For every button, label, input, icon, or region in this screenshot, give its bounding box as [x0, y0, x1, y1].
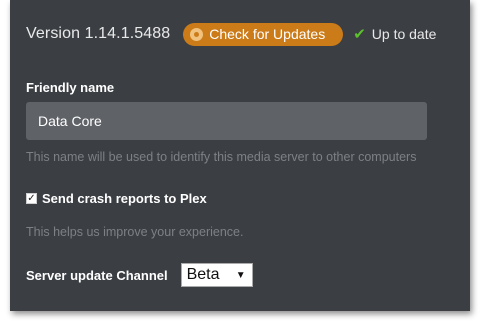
- checkbox-check-icon: ✓: [27, 192, 36, 204]
- crash-reports-help: This helps us improve your experience.: [26, 225, 244, 239]
- version-header: Version 1.14.1.5488 Check for Updates ✔ …: [26, 21, 436, 47]
- check-for-updates-label: Check for Updates: [209, 26, 326, 42]
- update-channel-select[interactable]: Beta ▼: [180, 263, 253, 287]
- crash-reports-label[interactable]: Send crash reports to Plex: [42, 191, 207, 206]
- friendly-name-help: This name will be used to identify this …: [26, 150, 417, 164]
- update-status: ✔ Up to date: [353, 25, 436, 43]
- version-text: Version 1.14.1.5488: [26, 25, 171, 42]
- status-label: Up to date: [371, 26, 437, 42]
- update-circle-icon: [190, 27, 204, 41]
- update-channel-row: Server update Channel Beta ▼: [26, 263, 253, 287]
- settings-panel: Version 1.14.1.5488 Check for Updates ✔ …: [10, 0, 470, 311]
- chevron-down-icon: ▼: [235, 269, 246, 281]
- update-channel-label: Server update Channel: [26, 267, 168, 283]
- crash-reports-checkbox[interactable]: ✓: [26, 193, 37, 204]
- check-icon: ✔: [353, 26, 366, 43]
- friendly-name-label: Friendly name: [26, 80, 115, 95]
- update-channel-value: Beta: [186, 266, 220, 283]
- crash-reports-row: ✓ Send crash reports to Plex: [26, 191, 207, 206]
- friendly-name-input[interactable]: [26, 102, 427, 140]
- check-for-updates-button[interactable]: Check for Updates: [183, 22, 344, 46]
